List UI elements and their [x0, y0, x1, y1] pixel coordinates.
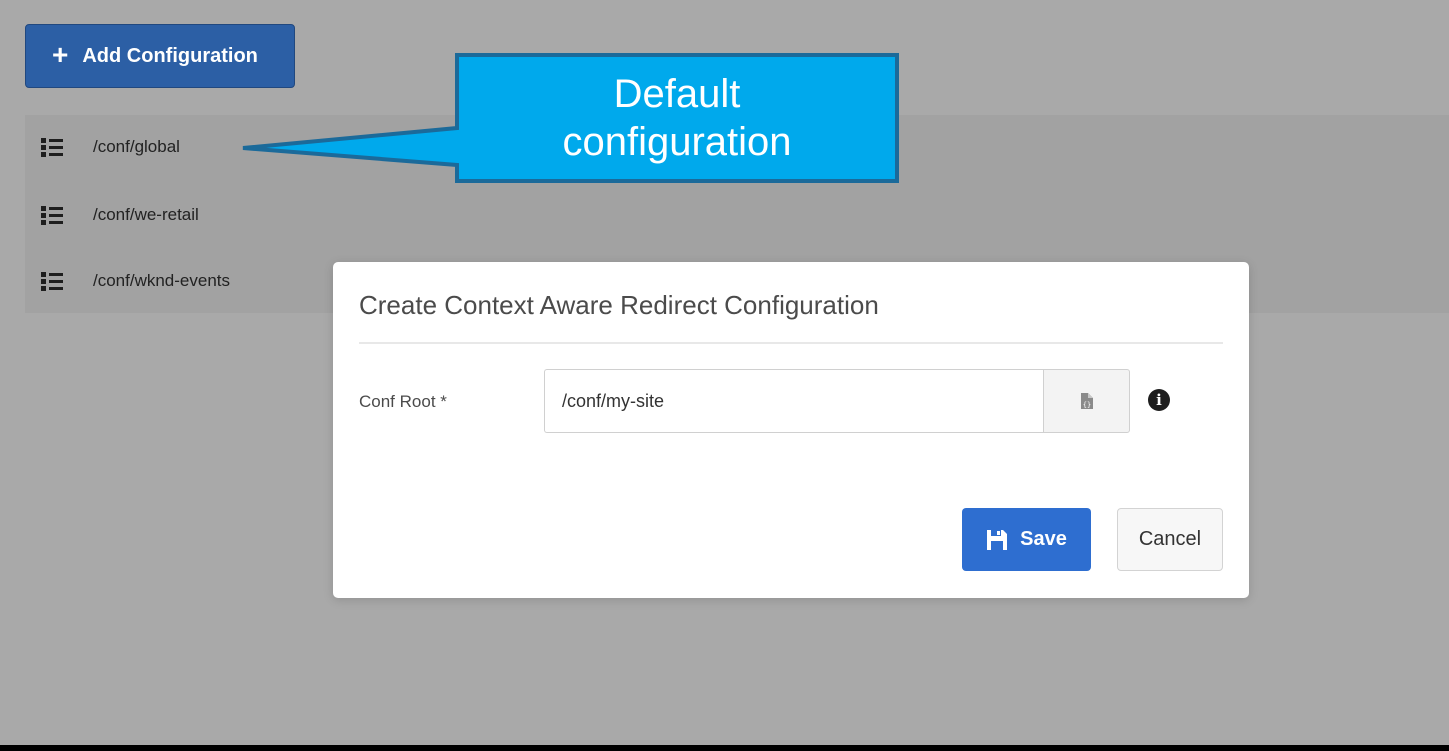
configuration-path: /conf/global	[93, 137, 180, 156]
callout-line-2: configuration	[562, 120, 792, 164]
callout-line-1: Default	[613, 72, 741, 116]
configuration-path: /conf/wknd-events	[93, 271, 231, 290]
configuration-item-global[interactable]: /conf/global	[25, 122, 325, 172]
svg-text:{}: {}	[1082, 401, 1090, 409]
create-configuration-dialog: Create Context Aware Redirect Configurat…	[333, 262, 1249, 598]
file-browse-icon: {}	[1080, 393, 1093, 409]
cancel-button[interactable]: Cancel	[1117, 508, 1223, 571]
list-icon	[41, 206, 63, 225]
dialog-divider	[359, 342, 1223, 344]
floppy-disk-icon	[987, 529, 1008, 550]
configuration-path: /conf/we-retail	[93, 205, 199, 224]
list-icon	[41, 138, 63, 157]
plus-icon: +	[52, 38, 69, 70]
browse-button[interactable]: {}	[1043, 369, 1130, 433]
conf-root-input[interactable]	[544, 369, 1043, 433]
callout-label: Default configuration	[457, 55, 897, 181]
configuration-item-wknd-events[interactable]: /conf/wknd-events	[25, 256, 325, 306]
add-configuration-label: Add Configuration	[82, 44, 258, 67]
configuration-item-we-retail[interactable]: /conf/we-retail	[25, 190, 325, 240]
app-background: + Add Configuration /conf/global /conf/w…	[0, 0, 1449, 745]
save-label: Save	[1020, 528, 1067, 550]
info-icon[interactable]: i	[1148, 389, 1170, 411]
list-icon	[41, 272, 63, 291]
save-button[interactable]: Save	[962, 508, 1091, 571]
conf-root-label: Conf Root *	[359, 392, 447, 411]
dialog-title: Create Context Aware Redirect Configurat…	[359, 290, 879, 320]
add-configuration-button[interactable]: + Add Configuration	[25, 24, 295, 88]
conf-root-field: {}	[544, 369, 1130, 433]
